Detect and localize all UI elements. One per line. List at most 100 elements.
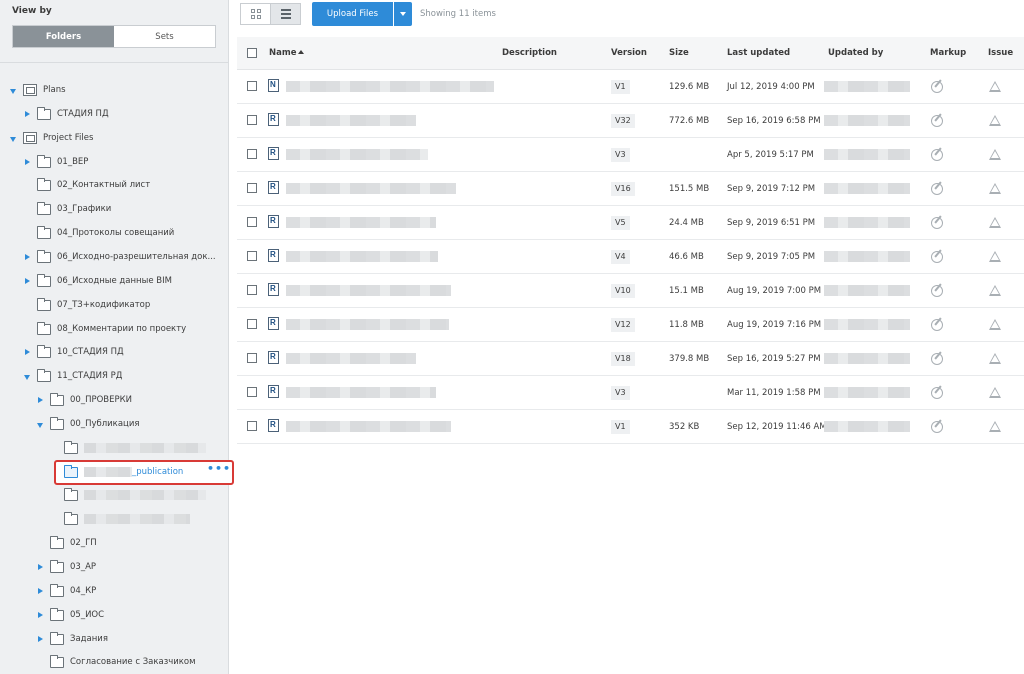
row-checkbox[interactable] bbox=[247, 387, 257, 397]
tree-item[interactable]: 06_Исходные данные BIM bbox=[24, 273, 172, 289]
caret-down-icon[interactable] bbox=[37, 421, 44, 428]
header-issue[interactable]: Issue bbox=[988, 48, 1013, 58]
tree-item[interactable]: 01_BEP bbox=[24, 154, 88, 170]
issue-warning-icon[interactable] bbox=[989, 115, 1001, 126]
more-actions-icon[interactable]: ••• bbox=[207, 462, 231, 475]
caret-right-icon[interactable] bbox=[24, 348, 31, 356]
markup-icon[interactable] bbox=[931, 217, 943, 229]
list-view-button[interactable] bbox=[270, 3, 301, 25]
header-description[interactable]: Description bbox=[502, 48, 557, 58]
tree-item[interactable]: СТАДИЯ ПД bbox=[24, 106, 109, 122]
markup-icon[interactable] bbox=[931, 319, 943, 331]
caret-right-icon[interactable] bbox=[24, 158, 31, 166]
version-badge[interactable]: V18 bbox=[611, 352, 635, 366]
redacted-file-name[interactable] bbox=[286, 251, 438, 262]
issue-warning-icon[interactable] bbox=[989, 421, 1001, 432]
table-row[interactable]: R V10 15.1 MB Aug 19, 2019 7:00 PM bbox=[237, 274, 1024, 308]
tree-item[interactable]: Согласование с Заказчиком bbox=[37, 654, 196, 670]
version-badge[interactable]: V3 bbox=[611, 386, 630, 400]
markup-icon[interactable] bbox=[931, 285, 943, 297]
tree-item[interactable]: 05_ИОС bbox=[37, 607, 104, 623]
issue-warning-icon[interactable] bbox=[989, 81, 1001, 92]
caret-right-icon[interactable] bbox=[24, 277, 31, 285]
redacted-file-name[interactable] bbox=[286, 81, 494, 92]
tree-item[interactable]: 00_Публикация bbox=[37, 416, 139, 432]
issue-warning-icon[interactable] bbox=[989, 319, 1001, 330]
caret-right-icon[interactable] bbox=[37, 611, 44, 619]
header-size[interactable]: Size bbox=[669, 48, 689, 58]
tree-item[interactable]: 02_ГП bbox=[37, 535, 97, 551]
table-row[interactable]: R V3 Mar 11, 2019 1:58 PM bbox=[237, 376, 1024, 410]
upload-dropdown-button[interactable] bbox=[394, 2, 412, 26]
header-version[interactable]: Version bbox=[611, 48, 647, 58]
tree-item[interactable]: 04_Протоколы совещаний bbox=[24, 225, 174, 241]
issue-warning-icon[interactable] bbox=[989, 183, 1001, 194]
table-row[interactable]: R V3 Apr 5, 2019 5:17 PM bbox=[237, 138, 1024, 172]
issue-warning-icon[interactable] bbox=[989, 149, 1001, 160]
header-markup[interactable]: Markup bbox=[930, 48, 966, 58]
version-badge[interactable]: V1 bbox=[611, 420, 630, 434]
version-badge[interactable]: V1 bbox=[611, 80, 630, 94]
issue-warning-icon[interactable] bbox=[989, 285, 1001, 296]
table-row[interactable]: R V32 772.6 MB Sep 16, 2019 6:58 PM bbox=[237, 104, 1024, 138]
version-badge[interactable]: V4 bbox=[611, 250, 630, 264]
row-checkbox[interactable] bbox=[247, 319, 257, 329]
table-row[interactable]: R V12 11.8 MB Aug 19, 2019 7:16 PM bbox=[237, 308, 1024, 342]
markup-icon[interactable] bbox=[931, 421, 943, 433]
tree-item[interactable]: 11_СТАДИЯ РД bbox=[24, 368, 122, 384]
tree-item[interactable] bbox=[51, 487, 206, 503]
tree-item[interactable]: Plans bbox=[10, 82, 66, 98]
tree-item[interactable]: 10_СТАДИЯ ПД bbox=[24, 344, 124, 360]
table-row[interactable]: R V16 151.5 MB Sep 9, 2019 7:12 PM bbox=[237, 172, 1024, 206]
row-checkbox[interactable] bbox=[247, 353, 257, 363]
caret-right-icon[interactable] bbox=[24, 253, 31, 261]
issue-warning-icon[interactable] bbox=[989, 251, 1001, 262]
markup-icon[interactable] bbox=[931, 251, 943, 263]
caret-right-icon[interactable] bbox=[37, 563, 44, 571]
row-checkbox[interactable] bbox=[247, 115, 257, 125]
version-badge[interactable]: V12 bbox=[611, 318, 635, 332]
row-checkbox[interactable] bbox=[247, 285, 257, 295]
issue-warning-icon[interactable] bbox=[989, 217, 1001, 228]
issue-warning-icon[interactable] bbox=[989, 353, 1001, 364]
sets-tab[interactable]: Sets bbox=[114, 26, 215, 47]
table-row[interactable]: R V4 46.6 MB Sep 9, 2019 7:05 PM bbox=[237, 240, 1024, 274]
redacted-file-name[interactable] bbox=[286, 183, 456, 194]
table-row[interactable]: N V1 129.6 MB Jul 12, 2019 4:00 PM bbox=[237, 70, 1024, 104]
row-checkbox[interactable] bbox=[247, 81, 257, 91]
caret-right-icon[interactable] bbox=[37, 587, 44, 595]
tree-item[interactable]: 04_КР bbox=[37, 583, 96, 599]
redacted-file-name[interactable] bbox=[286, 217, 436, 228]
version-badge[interactable]: V5 bbox=[611, 216, 630, 230]
redacted-file-name[interactable] bbox=[286, 149, 428, 160]
caret-right-icon[interactable] bbox=[24, 110, 31, 118]
header-last-updated[interactable]: Last updated bbox=[727, 48, 790, 58]
markup-icon[interactable] bbox=[931, 81, 943, 93]
redacted-file-name[interactable] bbox=[286, 421, 451, 432]
row-checkbox[interactable] bbox=[247, 149, 257, 159]
markup-icon[interactable] bbox=[931, 183, 943, 195]
tree-item[interactable]: 08_Комментарии по проекту bbox=[24, 321, 186, 337]
folders-tab[interactable]: Folders bbox=[13, 26, 114, 47]
tree-item[interactable]: _publication bbox=[51, 464, 183, 480]
version-badge[interactable]: V10 bbox=[611, 284, 635, 298]
markup-icon[interactable] bbox=[931, 115, 943, 127]
tree-item[interactable]: Project Files bbox=[10, 130, 93, 146]
tree-item[interactable]: 02_Контактный лист bbox=[24, 177, 150, 193]
table-row[interactable]: R V18 379.8 MB Sep 16, 2019 5:27 PM bbox=[237, 342, 1024, 376]
header-updated-by[interactable]: Updated by bbox=[828, 48, 883, 58]
upload-files-button[interactable]: Upload Files bbox=[312, 2, 393, 26]
table-row[interactable]: R V1 352 KB Sep 12, 2019 11:46 AM bbox=[237, 410, 1024, 444]
markup-icon[interactable] bbox=[931, 387, 943, 399]
redacted-file-name[interactable] bbox=[286, 387, 436, 398]
row-checkbox[interactable] bbox=[247, 251, 257, 261]
caret-right-icon[interactable] bbox=[37, 635, 44, 643]
markup-icon[interactable] bbox=[931, 149, 943, 161]
caret-down-icon[interactable] bbox=[24, 373, 31, 380]
table-row[interactable]: R V5 24.4 MB Sep 9, 2019 6:51 PM bbox=[237, 206, 1024, 240]
issue-warning-icon[interactable] bbox=[989, 387, 1001, 398]
row-checkbox[interactable] bbox=[247, 217, 257, 227]
caret-right-icon[interactable] bbox=[37, 396, 44, 404]
redacted-file-name[interactable] bbox=[286, 319, 449, 330]
grid-view-button[interactable] bbox=[240, 3, 271, 25]
